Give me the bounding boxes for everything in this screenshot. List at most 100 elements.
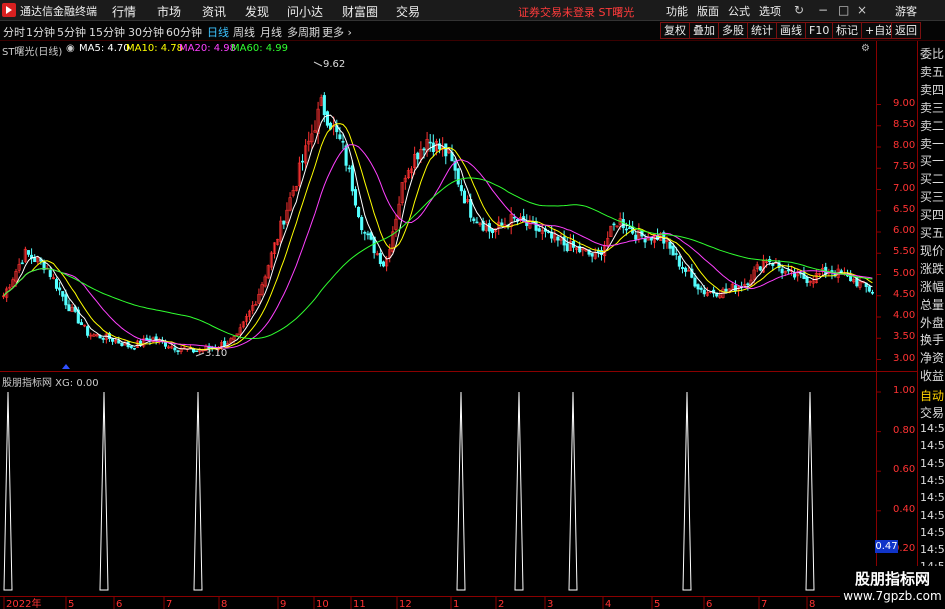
event-marker-icon	[62, 364, 70, 369]
ma20-label: MA20: 4.98	[179, 43, 237, 54]
ma-toggle-icon[interactable]: ◉	[66, 43, 75, 54]
ma20-line	[3, 144, 873, 349]
candle-body	[173, 347, 177, 351]
trade-label[interactable]: 交易	[920, 404, 944, 421]
candle-body	[353, 189, 358, 206]
price-tick-label: 8.00	[893, 140, 916, 151]
month-label: 12	[399, 599, 412, 609]
candle-body	[537, 228, 541, 232]
xg-signal-spike	[514, 391, 524, 591]
candle-body	[624, 228, 628, 231]
candle-body	[422, 148, 426, 151]
month-label: 3	[547, 599, 553, 609]
tick-time: 14:56	[920, 456, 945, 470]
candle-body	[223, 340, 227, 347]
candle-body	[693, 277, 697, 287]
xg-signal-spike	[568, 391, 578, 591]
month-label: 4	[605, 599, 611, 609]
candle-body	[360, 217, 364, 231]
ma5-label: MA5: 4.70	[79, 43, 130, 54]
quote-field-label: 买三	[920, 190, 945, 205]
candle-body	[643, 238, 647, 243]
price-tick-label: 3.50	[893, 331, 916, 343]
price-tick-label: 9.00	[893, 97, 916, 109]
candle-body	[758, 266, 762, 271]
month-label: 1	[453, 599, 459, 609]
tick-time: 14:56	[920, 422, 945, 435]
month-label: 6	[706, 599, 712, 609]
watermark-title: 股朋指标网	[854, 570, 930, 588]
quote-field-label: 买一	[920, 154, 945, 169]
candle-body	[627, 227, 632, 229]
quote-field-label: 外盘	[920, 315, 945, 330]
candle-body	[475, 221, 479, 224]
tick-time: 14:56	[920, 525, 945, 539]
candle-body	[590, 253, 594, 257]
candle-body	[805, 277, 809, 284]
candle-body	[300, 160, 305, 163]
auto-trade-label[interactable]: 自动	[920, 387, 944, 404]
candle-body	[416, 152, 420, 160]
ma60-label: MA60: 4.99	[231, 43, 289, 54]
candle-body	[350, 165, 354, 192]
price-tick-label: 5.50	[893, 246, 916, 258]
candle-body	[634, 234, 638, 240]
ma60-line	[3, 177, 873, 339]
current-value-badge: 0.47	[875, 540, 898, 553]
candle-body	[341, 140, 345, 143]
tick-time: 14:56	[920, 491, 945, 505]
candle-body	[20, 262, 24, 265]
candle-body	[649, 237, 653, 241]
settings-icon[interactable]: ⚙	[861, 43, 870, 54]
ma10-label: MA10: 4.78	[126, 43, 184, 54]
watermark-url: www.7gpzb.com	[843, 589, 942, 603]
month-label: 5	[654, 599, 660, 609]
quote-field-label: 买五	[920, 226, 945, 240]
candle-body	[696, 284, 700, 290]
low-price-label: 3.10	[205, 348, 228, 359]
price-tick-label: 7.00	[893, 182, 916, 194]
candle-body	[26, 250, 31, 255]
candle-body	[48, 270, 52, 277]
candle-body	[129, 345, 133, 348]
candle-body	[381, 261, 386, 267]
month-label: 7	[761, 599, 767, 609]
candle-body	[322, 95, 326, 116]
kline-chart-area[interactable]: 2022年 5 6 7 8 9 10 11 12 1 2 3 4 5 6 7 8	[0, 0, 945, 609]
candle-body	[325, 111, 329, 126]
candle-body	[684, 267, 688, 272]
ma10-line	[3, 123, 873, 351]
month-label: 5	[68, 599, 74, 609]
xg-signal-spike	[193, 391, 203, 591]
indicator-tick-label: 0.40	[893, 503, 916, 515]
quote-field-label: 卖四	[920, 82, 945, 97]
candle-body	[67, 304, 71, 312]
candle-body	[176, 350, 180, 352]
candle-body	[120, 342, 124, 347]
candle-body	[786, 269, 790, 272]
candle-body	[500, 222, 504, 226]
month-label: 7	[166, 599, 172, 609]
quote-field-label: 总量	[920, 297, 945, 312]
tick-time: 14:56	[920, 473, 945, 487]
candle-body	[565, 243, 569, 252]
quote-field-label: 现价	[920, 243, 945, 258]
candle-body	[58, 287, 62, 291]
candle-body	[117, 340, 121, 344]
candle-body	[366, 233, 370, 236]
month-label: 6	[116, 599, 122, 609]
candle-body	[680, 267, 685, 269]
month-label: 9	[280, 599, 286, 609]
quote-field-label: 买四	[920, 208, 945, 223]
month-label: 11	[353, 599, 366, 609]
candle-body	[612, 223, 616, 226]
candle-body	[347, 167, 351, 170]
quote-field-label: 委比	[920, 47, 945, 61]
price-tick-label: 3.00	[893, 352, 916, 364]
month-label: 8	[221, 599, 227, 609]
price-tick-label: 4.50	[893, 288, 916, 300]
high-price-label: 9.62	[323, 59, 346, 70]
candle-body	[456, 168, 460, 185]
stock-label: ST曙光(日线)	[2, 47, 63, 58]
candle-body	[746, 283, 750, 286]
